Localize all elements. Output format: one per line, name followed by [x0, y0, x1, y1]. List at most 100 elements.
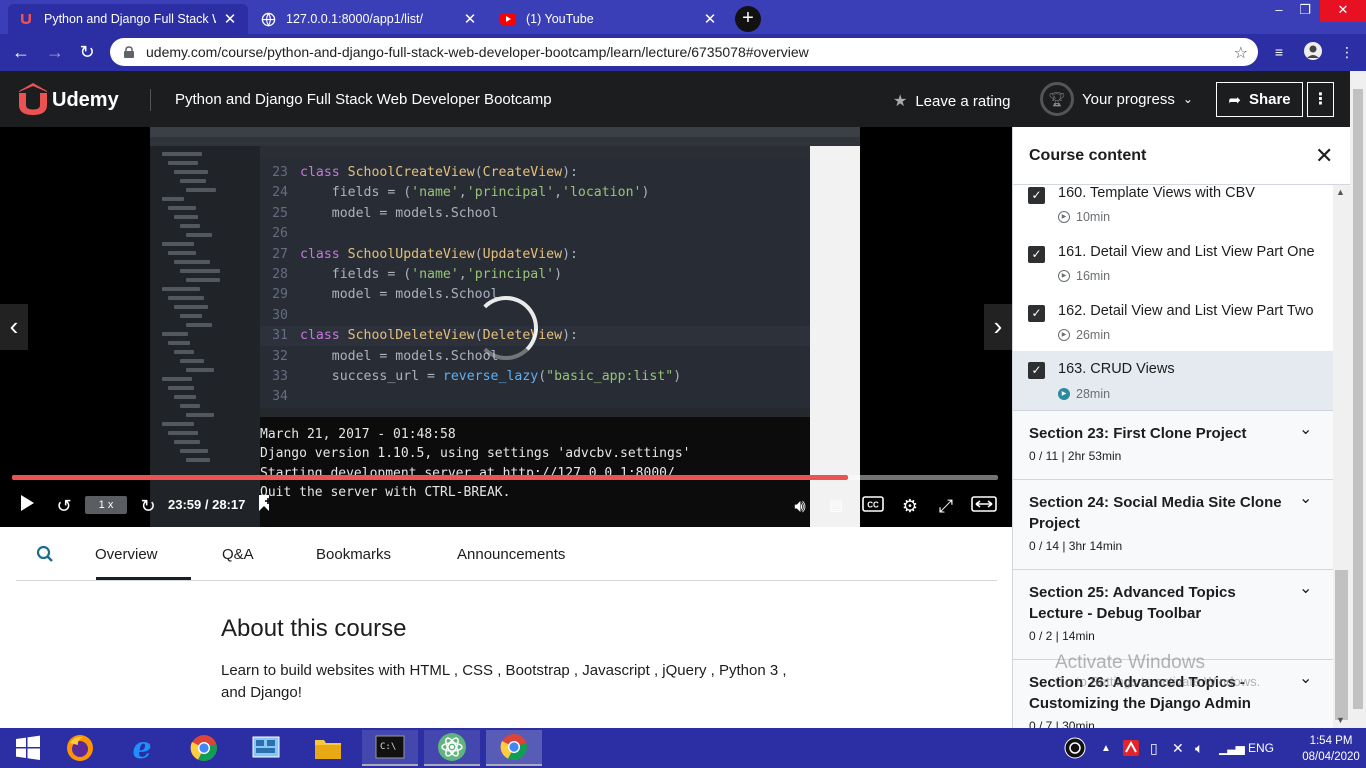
checkbox-checked-icon[interactable]: ✓	[1028, 305, 1045, 322]
section-item[interactable]: Section 24: Social Media Site Clone Proj…	[1013, 479, 1333, 569]
forward-icon[interactable]: →	[42, 40, 68, 66]
volume-icon[interactable]: 🔊︎	[788, 493, 812, 519]
battery-icon[interactable]: ▯	[1150, 728, 1158, 768]
globe-icon	[260, 11, 276, 27]
settings-gear-icon[interactable]: ⚙	[898, 493, 922, 519]
clock-time: 1:54 PM	[1309, 735, 1353, 747]
control-panel-icon[interactable]	[238, 730, 294, 766]
browser-tab-youtube[interactable]: (1) YouTube ✕	[490, 4, 728, 34]
fullscreen-icon[interactable]: ⤢	[934, 493, 958, 519]
tab-announcements[interactable]: Announcements	[457, 546, 565, 563]
forward-5s-icon[interactable]: ↻	[136, 493, 160, 519]
captions-icon[interactable]: CC	[862, 493, 884, 519]
tray-overflow-icon[interactable]: ▲	[1101, 728, 1111, 768]
play-icon[interactable]	[16, 493, 38, 519]
browser-tab-udemy[interactable]: Python and Django Full Stack We ✕	[8, 4, 248, 34]
line-number: 24	[272, 185, 288, 201]
reload-icon[interactable]: ↻	[74, 40, 100, 66]
media-control-icon[interactable]: ≡	[1268, 41, 1290, 63]
bookmark-star-icon[interactable]: ☆	[1234, 43, 1248, 63]
line-number: 33	[272, 369, 288, 384]
seek-bar[interactable]	[12, 475, 998, 480]
page-scrollbar[interactable]	[1350, 71, 1366, 728]
chevron-down-icon[interactable]: ⌄	[1299, 668, 1312, 688]
chevron-down-icon[interactable]: ⌄	[1299, 578, 1312, 598]
checkbox-checked-icon[interactable]: ✓	[1028, 187, 1045, 204]
leave-rating-button[interactable]: ★ Leave a rating	[893, 91, 1010, 111]
language-indicator[interactable]: ENG	[1248, 728, 1274, 768]
scroll-down-icon[interactable]: ▼	[1336, 715, 1345, 725]
chrome-menu-icon[interactable]: ⋮	[1336, 41, 1358, 63]
profile-avatar-icon[interactable]	[1302, 41, 1324, 63]
network-icon[interactable]: ✕	[1172, 728, 1184, 768]
section-item[interactable]: Section 25: Advanced Topics Lecture - De…	[1013, 569, 1333, 659]
checkbox-checked-icon[interactable]: ✓	[1028, 246, 1045, 263]
back-icon[interactable]: ←	[8, 40, 34, 66]
file-tree-entry	[168, 206, 196, 210]
share-button[interactable]: ➦ Share	[1216, 82, 1303, 117]
course-title[interactable]: Python and Django Full Stack Web Develop…	[175, 91, 552, 108]
tray-antivirus-icon[interactable]	[1122, 728, 1140, 768]
window-close-icon[interactable]: ✕	[1320, 0, 1366, 22]
cmd-icon[interactable]: C:\	[362, 730, 418, 766]
playback-speed-button[interactable]: 1 x	[85, 496, 127, 514]
address-bar[interactable]: udemy.com/course/python-and-django-full-…	[110, 38, 1258, 66]
file-tree-entry	[162, 287, 200, 291]
chrome-active-icon[interactable]	[486, 730, 542, 766]
new-tab-button[interactable]: +	[735, 6, 761, 32]
search-icon[interactable]	[36, 545, 54, 563]
page-scroll-thumb[interactable]	[1353, 89, 1363, 709]
add-bookmark-icon[interactable]	[254, 493, 276, 519]
line-number: 28	[272, 267, 288, 282]
tab-overview[interactable]: Overview	[95, 546, 158, 563]
url-text: udemy.com/course/python-and-django-full-…	[146, 44, 809, 60]
chevron-down-icon[interactable]: ⌄	[1299, 419, 1312, 439]
close-sidebar-icon[interactable]: ✕	[1315, 143, 1333, 169]
file-explorer-icon[interactable]	[300, 730, 356, 766]
code-text: success_url = reverse_lazy("basic_app:li…	[300, 369, 682, 384]
speaker-icon[interactable]: 🔈︎	[1195, 728, 1203, 768]
previous-lecture-icon[interactable]: ‹	[0, 304, 28, 350]
atom-icon[interactable]	[424, 730, 480, 766]
tray-camera-icon[interactable]	[1064, 728, 1086, 768]
sidebar-scrollbar[interactable]: ▲ ▼	[1333, 185, 1350, 728]
udemy-wordmark: Udemy	[52, 88, 119, 111]
chevron-down-icon[interactable]: ⌄	[1299, 488, 1312, 508]
expand-theater-icon[interactable]	[970, 493, 998, 519]
signal-icon[interactable]: ▁▃▅	[1219, 728, 1245, 768]
more-options-button[interactable]: ⋮	[1307, 82, 1334, 117]
your-progress-button[interactable]: 🏆︎ Your progress ⌄	[1040, 82, 1193, 116]
tab-qa[interactable]: Q&A	[222, 546, 254, 563]
chrome-icon[interactable]	[176, 730, 232, 766]
lecture-item-current[interactable]: ✓ 163. CRUD Views ▶ 28min	[1013, 351, 1333, 410]
taskbar-clock[interactable]: 1:54 PM 08/04/2020	[1300, 733, 1362, 765]
file-tree-entry	[168, 341, 190, 345]
watermark-subtitle: Go to Settings to activate Windows.	[1055, 674, 1261, 689]
code-text: fields = ('name','principal','location')	[300, 185, 650, 201]
close-tab-icon[interactable]: ✕	[222, 10, 238, 28]
video-player[interactable]: 23 class SchoolCreateView(CreateView): 24 …	[0, 127, 1012, 527]
start-icon[interactable]	[0, 730, 56, 766]
next-lecture-icon[interactable]: ›	[984, 304, 1012, 350]
transcript-icon[interactable]: ▤	[826, 493, 846, 519]
time-display: 23:59 / 28:17	[168, 497, 246, 512]
tab-bookmarks[interactable]: Bookmarks	[316, 546, 391, 563]
lecture-title: 163. CRUD Views	[1058, 361, 1175, 377]
lecture-item[interactable]: ✓ 161. Detail View and List View Part On…	[1013, 244, 1333, 303]
maximize-icon[interactable]: ❐	[1290, 0, 1320, 22]
firefox-icon[interactable]	[52, 730, 108, 766]
scroll-up-icon[interactable]: ▲	[1336, 187, 1345, 197]
close-tab-icon[interactable]: ✕	[702, 10, 718, 28]
section-title: Section 24: Social Media Site Clone Proj…	[1029, 494, 1282, 532]
rewind-5s-icon[interactable]: ↺	[52, 493, 76, 519]
udemy-logo[interactable]: Udemy	[16, 83, 119, 117]
checkbox-checked-icon[interactable]: ✓	[1028, 362, 1045, 379]
lecture-item[interactable]: ✓ 160. Template Views with CBV ▶ 10min	[1013, 185, 1333, 244]
file-tree-entry	[186, 323, 212, 327]
edge-icon[interactable]: e	[114, 730, 170, 766]
browser-tab-localhost[interactable]: 127.0.0.1:8000/app1/list/ ✕	[250, 4, 488, 34]
section-item[interactable]: Section 23: First Clone Project 0 / 11 |…	[1013, 410, 1333, 479]
file-tree-entry	[180, 404, 200, 408]
close-tab-icon[interactable]: ✕	[462, 10, 478, 28]
sidebar-scroll-thumb[interactable]	[1335, 570, 1348, 720]
